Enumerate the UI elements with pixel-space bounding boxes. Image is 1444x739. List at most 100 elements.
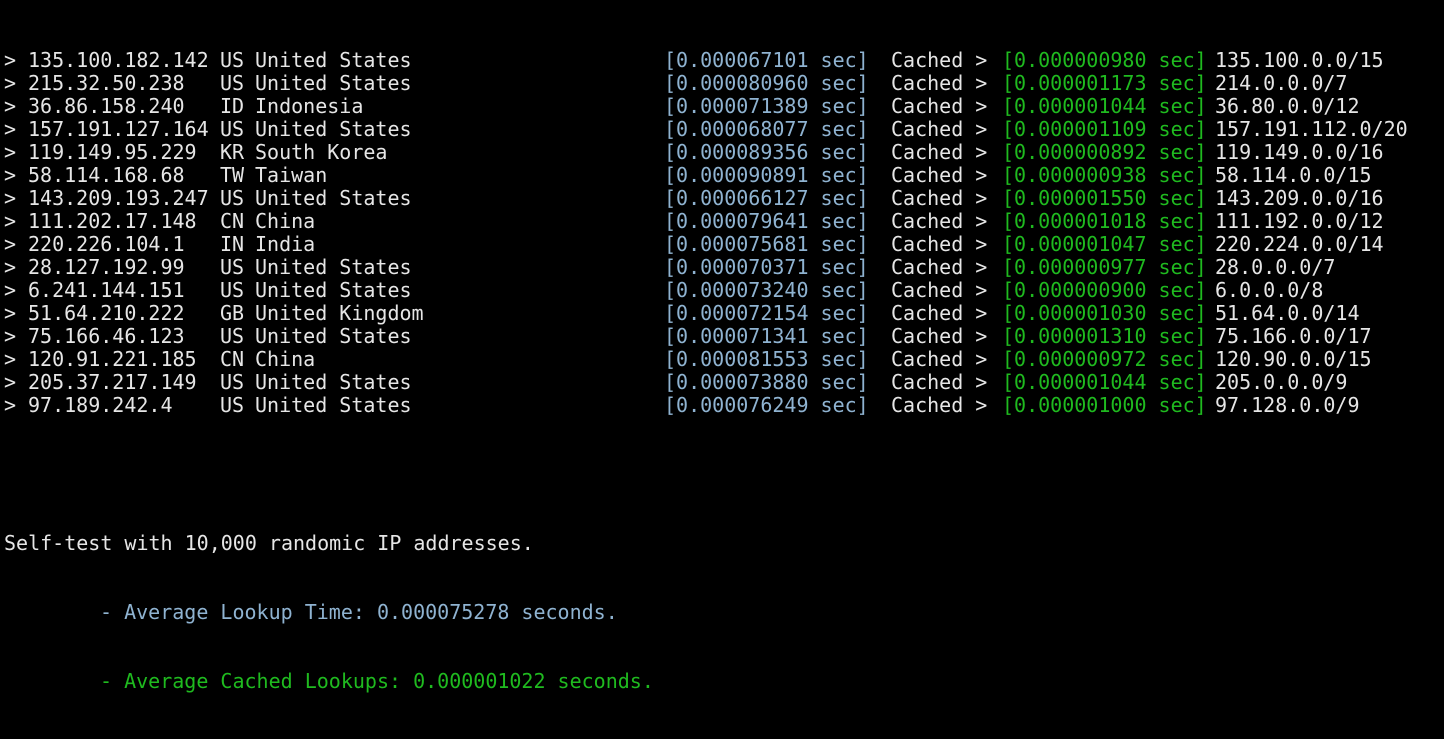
cached-label: Cached > [891,163,988,187]
cached-label: Cached > [891,94,988,118]
network-range: 75.166.0.0/17 [1215,324,1372,348]
country-code: US [220,48,245,72]
cached-lookup-time: [0.000000900 sec] [1002,278,1207,302]
cached-label: Cached > [891,232,988,256]
ip-address: 120.91.221.185 [28,347,197,371]
prompt-symbol: > [4,48,17,72]
network-range: 111.192.0.0/12 [1215,209,1384,233]
country-code: US [220,186,245,210]
country-name: Indonesia [255,94,364,118]
country-name: South Korea [255,140,388,164]
country-name: United Kingdom [255,301,424,325]
result-row: >215.32.50.238 US United States [0.00008096… [0,72,1444,95]
lookup-time: [0.000071389 sec] [664,94,869,118]
country-name: India [255,232,316,256]
lookup-time: [0.000089356 sec] [664,140,869,164]
lookup-time: [0.000073880 sec] [664,370,869,394]
cached-lookup-time: [0.000001030 sec] [1002,301,1207,325]
result-row: >135.100.182.142 US United States [0.000067… [0,49,1444,72]
cached-lookup-time: [0.000001044 sec] [1002,370,1207,394]
country-code: KR [220,140,245,164]
country-name: United States [255,393,412,417]
country-code: US [220,324,245,348]
ip-address: 143.209.193.247 [28,186,209,210]
network-range: 205.0.0.0/9 [1215,370,1348,394]
prompt-symbol: > [4,140,17,164]
cached-lookup-time: [0.000001018 sec] [1002,209,1207,233]
prompt-symbol: > [4,278,17,302]
cached-label: Cached > [891,140,988,164]
cached-label: Cached > [891,255,988,279]
summary-title: Self-test with 10,000 randomic IP addres… [4,531,534,555]
lookup-time: [0.000067101 sec] [664,48,869,72]
country-name: China [255,347,316,371]
country-code: CN [220,347,245,371]
result-row: >58.114.168.68 TW Taiwan [0.000090891 sec] C… [0,164,1444,187]
result-row: >119.149.95.229 KR South Korea [0.000089356… [0,141,1444,164]
prompt-symbol: > [4,94,17,118]
cached-label: Cached > [891,117,988,141]
ip-address: 220.226.104.1 [28,232,185,256]
result-row: >75.166.46.123 US United States [0.00007134… [0,325,1444,348]
network-range: 6.0.0.0/8 [1215,278,1324,302]
cached-lookup-time: [0.000001310 sec] [1002,324,1207,348]
country-name: United States [255,324,412,348]
network-range: 157.191.112.0/20 [1215,117,1408,141]
prompt-symbol: > [4,301,17,325]
country-code: US [220,393,245,417]
cached-label: Cached > [891,324,988,348]
result-row: >111.202.17.148 CN China [0.000079641 sec] C… [0,210,1444,233]
network-range: 220.224.0.0/14 [1215,232,1384,256]
country-name: United States [255,370,412,394]
lookup-time: [0.000079641 sec] [664,209,869,233]
result-row: >220.226.104.1 IN India [0.000075681 sec] Ca… [0,233,1444,256]
country-code: US [220,117,245,141]
cached-label: Cached > [891,209,988,233]
lookup-time: [0.000080960 sec] [664,71,869,95]
country-name: United States [255,255,412,279]
ip-address: 157.191.127.164 [28,117,209,141]
summary-average-lookup: - Average Lookup Time: 0.000075278 secon… [100,600,618,624]
cached-label: Cached > [891,370,988,394]
ip-address: 6.241.144.151 [28,278,185,302]
country-name: United States [255,278,412,302]
cached-lookup-time: [0.000001044 sec] [1002,94,1207,118]
cached-label: Cached > [891,186,988,210]
ip-address: 119.149.95.229 [28,140,197,164]
lookup-time: [0.000070371 sec] [664,255,869,279]
cached-label: Cached > [891,393,988,417]
network-range: 143.209.0.0/16 [1215,186,1384,210]
network-range: 28.0.0.0/7 [1215,255,1336,279]
ip-address: 58.114.168.68 [28,163,185,187]
ip-address: 97.189.242.4 [28,393,173,417]
cached-lookup-time: [0.000001000 sec] [1002,393,1207,417]
lookup-time: [0.000066127 sec] [664,186,869,210]
cached-lookup-time: [0.000001109 sec] [1002,117,1207,141]
cached-lookup-time: [0.000001550 sec] [1002,186,1207,210]
result-row: >36.86.158.240 ID Indonesia [0.000071389 se… [0,95,1444,118]
prompt-symbol: > [4,209,17,233]
prompt-symbol: > [4,117,17,141]
cached-lookup-time: [0.000001047 sec] [1002,232,1207,256]
ip-address: 215.32.50.238 [28,71,185,95]
prompt-symbol: > [4,370,17,394]
prompt-symbol: > [4,163,17,187]
lookup-time: [0.000081553 sec] [664,347,869,371]
network-range: 58.114.0.0/15 [1215,163,1372,187]
lookup-time: [0.000073240 sec] [664,278,869,302]
network-range: 51.64.0.0/14 [1215,301,1360,325]
country-name: United States [255,117,412,141]
result-row: >51.64.210.222 GB United Kingdom [0.0000721… [0,302,1444,325]
result-row: >143.209.193.247 US United States [0.000066… [0,187,1444,210]
ip-address: 135.100.182.142 [28,48,209,72]
country-code: US [220,278,245,302]
country-code: US [220,71,245,95]
country-code: IN [220,232,245,256]
network-range: 214.0.0.0/7 [1215,71,1348,95]
country-code: US [220,370,245,394]
lookup-time: [0.000075681 sec] [664,232,869,256]
result-row: >28.127.192.99 US United States [0.00007037… [0,256,1444,279]
ip-address: 51.64.210.222 [28,301,185,325]
country-code: CN [220,209,245,233]
